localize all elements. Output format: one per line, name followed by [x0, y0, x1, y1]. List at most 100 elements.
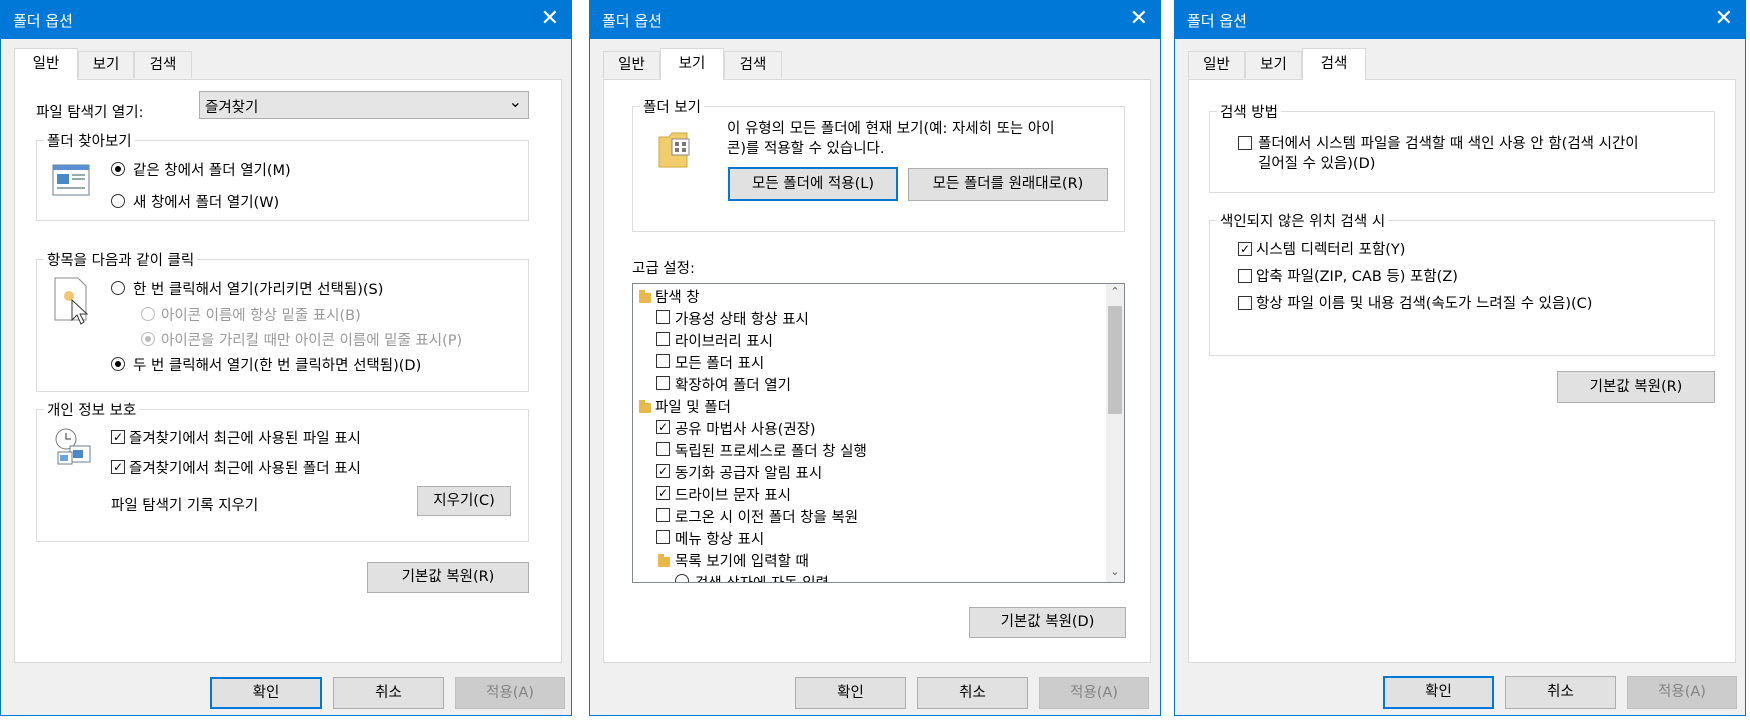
apply-button[interactable]: 적용(A): [1627, 676, 1737, 709]
vertical-scrollbar[interactable]: ⌃ ⌄: [1106, 284, 1124, 582]
radio-underline-hover-label: 아이콘을 가리킬 때만 아이콘 이름에 밑줄 표시(P): [161, 333, 463, 349]
window-title: 폴더 옵션: [1187, 12, 1247, 30]
tree-item-label: 라이브러리 표시: [675, 334, 773, 350]
restore-defaults-button[interactable]: 기본값 복원(R): [1557, 371, 1715, 403]
cancel-button[interactable]: 취소: [917, 677, 1028, 709]
tab-view[interactable]: 보기: [1245, 51, 1302, 78]
checkbox-no-index-label-line1: 폴더에서 시스템 파일을 검색할 때 색인 사용 안 함(검색 시간이: [1258, 136, 1639, 152]
group-title: 검색 방법: [1217, 101, 1281, 122]
folder-view-description-line2: 콘)를 적용할 수 있습니다.: [727, 141, 885, 157]
title-bar: 폴더 옵션 ✕: [1175, 1, 1745, 39]
restore-defaults-button[interactable]: 기본값 복원(R): [367, 562, 529, 593]
tab-view[interactable]: 보기: [660, 48, 724, 80]
folder-icon: [658, 554, 670, 567]
close-icon[interactable]: ✕: [541, 5, 559, 33]
group-title: 개인 정보 보호: [44, 399, 140, 420]
cancel-button[interactable]: 취소: [333, 677, 444, 709]
cancel-button[interactable]: 취소: [1505, 676, 1616, 709]
apply-to-all-folders-button[interactable]: 모든 폴더에 적용(L): [728, 167, 898, 201]
tab-general[interactable]: 일반: [1188, 51, 1245, 78]
tree-item-label: 모든 폴더 표시: [675, 356, 765, 372]
privacy-group: 개인 정보 보호 ✓ 즐겨찾기에서 최근에 사용된 파일 표시 ✓ 즐겨찾기에서…: [36, 399, 529, 542]
close-icon[interactable]: ✕: [1130, 5, 1148, 33]
checkbox-recent-files-label: 즐겨찾기에서 최근에 사용된 파일 표시: [129, 431, 361, 447]
checkbox-drive-letters[interactable]: ✓: [656, 486, 670, 500]
tree-item-label: 드라이브 문자 표시: [675, 488, 791, 504]
checkbox-include-compressed[interactable]: [1238, 269, 1252, 283]
tab-general[interactable]: 일반: [14, 48, 78, 80]
tab-view[interactable]: 보기: [78, 51, 134, 78]
radio-single-click[interactable]: [111, 281, 125, 295]
window-title: 폴더 옵션: [13, 12, 73, 30]
tree-item-label: 공유 마법사 사용(권장): [675, 422, 816, 438]
group-title: 폴더 찾아보기: [44, 130, 135, 151]
tab-search[interactable]: 검색: [1302, 48, 1366, 80]
title-bar: 폴더 옵션 ✕: [590, 1, 1160, 39]
ok-button[interactable]: 확인: [795, 677, 906, 709]
ok-button[interactable]: 확인: [1383, 676, 1494, 709]
window-preview-icon: [52, 164, 90, 196]
radio-single-click-label: 한 번 클릭해서 열기(가리키면 선택됨)(S): [133, 282, 384, 298]
tab-search[interactable]: 검색: [724, 51, 782, 78]
scroll-up-icon[interactable]: ⌃: [1106, 285, 1124, 298]
radio-auto-type-search[interactable]: [675, 574, 689, 582]
click-items-group: 항목을 다음과 같이 클릭 한 번 클릭해서 열기(가리키면 선택됨)(S) 아…: [36, 249, 529, 392]
checkbox-recent-folders-label: 즐겨찾기에서 최근에 사용된 폴더 표시: [129, 461, 361, 477]
checkbox-restore-windows[interactable]: [656, 508, 670, 522]
checkbox-sync-provider[interactable]: ✓: [656, 464, 670, 478]
checkbox-always-menus[interactable]: [656, 530, 670, 544]
tree-item-label: 동기화 공급자 알림 표시: [675, 466, 823, 482]
tree-node-list-typing: 목록 보기에 입력할 때: [675, 554, 809, 570]
tree-item-label: 메뉴 항상 표시: [675, 532, 765, 548]
radio-underline-hover[interactable]: [141, 332, 155, 346]
radio-double-click[interactable]: [111, 357, 125, 371]
checkbox-sharing-wizard[interactable]: ✓: [656, 420, 670, 434]
radio-same-window-label: 같은 창에서 폴더 열기(M): [133, 163, 291, 179]
apply-button[interactable]: 적용(A): [455, 677, 565, 709]
open-explorer-select[interactable]: 즐겨찾기 ⌄: [199, 91, 529, 119]
folder-view-description-line1: 이 유형의 모든 폴더에 현재 보기(예: 자세히 또는 아이: [727, 121, 1055, 137]
title-bar: 폴더 옵션 ✕: [1, 1, 571, 39]
checkbox-expand-to-folder[interactable]: [656, 376, 670, 390]
checkbox-separate-process[interactable]: [656, 442, 670, 456]
folder-view-icon: [658, 132, 690, 168]
tree-item-label: 독립된 프로세스로 폴더 창 실행: [675, 444, 867, 460]
scrollbar-thumb[interactable]: [1108, 306, 1122, 414]
group-title: 색인되지 않은 위치 검색 시: [1217, 210, 1389, 231]
folder-options-dialog-search: 폴더 옵션 ✕ 일반 보기 검색 검색 방법 폴더에서 시스템 파일을 검색할 …: [1174, 0, 1746, 716]
apply-button[interactable]: 적용(A): [1039, 677, 1149, 709]
radio-underline-always[interactable]: [141, 307, 155, 321]
restore-defaults-button[interactable]: 기본값 복원(D): [969, 607, 1126, 638]
close-icon[interactable]: ✕: [1715, 5, 1733, 33]
browse-folders-group: 폴더 찾아보기 같은 창에서 폴더 열기(M) 새 창에서 폴더 열기(W): [36, 130, 529, 221]
checkbox-show-all-folders[interactable]: [656, 354, 670, 368]
checkbox-show-availability[interactable]: [656, 310, 670, 324]
ok-button[interactable]: 확인: [210, 677, 322, 709]
tree-item-label: 검색 상자에 자동 입력: [695, 572, 829, 582]
checkbox-no-index-system-files[interactable]: [1238, 136, 1252, 150]
radio-underline-always-label: 아이콘 이름에 항상 밑줄 표시(B): [161, 308, 361, 324]
radio-same-window[interactable]: [111, 162, 125, 176]
tab-panel: 폴더 보기 이 유형의 모든 폴더에 현재 보기(예: 자세히 또는 아이 콘)…: [603, 79, 1151, 663]
checkbox-recent-folders[interactable]: ✓: [111, 460, 125, 474]
checkbox-recent-files[interactable]: ✓: [111, 430, 125, 444]
advanced-settings-label: 고급 설정:: [632, 261, 695, 277]
clear-history-button[interactable]: 지우기(C): [417, 486, 511, 516]
tab-panel: 파일 탐색기 열기: 즐겨찾기 ⌄ 폴더 찾아보기 같은 창에서 폴더 열기(M…: [14, 79, 562, 663]
group-title: 폴더 보기: [640, 96, 704, 117]
checkbox-search-names-contents[interactable]: [1238, 296, 1252, 310]
tab-general[interactable]: 일반: [603, 51, 660, 78]
folder-options-dialog-view: 폴더 옵션 ✕ 일반 보기 검색 폴더 보기 이 유형의 모든 폴더에 현재 보…: [589, 0, 1161, 716]
advanced-settings-tree[interactable]: 탐색 창 가용성 상태 항상 표시 라이브러리 표시 모든 폴더 표시 확장하여…: [632, 283, 1125, 583]
checkbox-show-libraries[interactable]: [656, 332, 670, 346]
radio-new-window[interactable]: [111, 194, 125, 208]
tab-search[interactable]: 검색: [134, 51, 192, 78]
non-indexed-search-group: 색인되지 않은 위치 검색 시 ✓ 시스템 디렉터리 포함(Y) 압축 파일(Z…: [1209, 210, 1715, 356]
reset-all-folders-button[interactable]: 모든 폴더를 원래대로(R): [908, 168, 1108, 201]
scroll-down-icon[interactable]: ⌄: [1106, 565, 1124, 578]
group-title: 항목을 다음과 같이 클릭: [44, 249, 198, 270]
checkbox-include-system-dirs[interactable]: ✓: [1238, 242, 1252, 256]
tree-node-files-folders: 파일 및 폴더: [655, 400, 731, 416]
tab-panel: 검색 방법 폴더에서 시스템 파일을 검색할 때 색인 사용 안 함(검색 시간…: [1188, 79, 1736, 663]
clear-history-label: 파일 탐색기 기록 지우기: [111, 498, 259, 514]
